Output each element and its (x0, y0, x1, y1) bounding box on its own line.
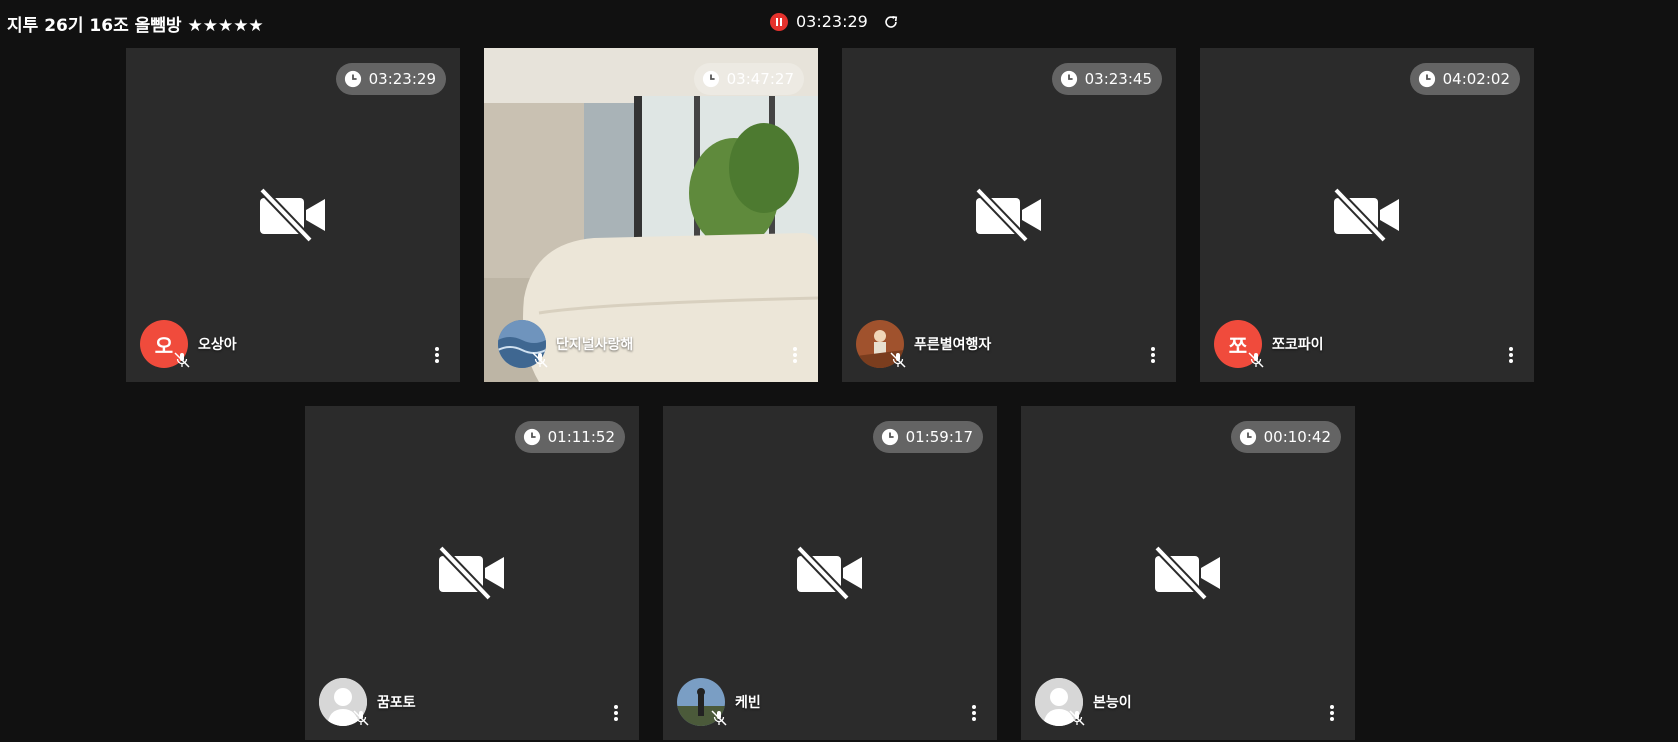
participant-tile[interactable]: 01:59:17 케빈 (663, 406, 997, 740)
participant-timer: 01:59:17 (872, 421, 983, 453)
more-options-icon[interactable] (1329, 704, 1335, 722)
camera-off-icon (796, 545, 862, 601)
camera-off-icon (1333, 187, 1399, 243)
participant-name: 오상아 (198, 337, 237, 353)
more-options-icon[interactable] (792, 346, 798, 364)
participant-name: 케빈 (735, 695, 761, 711)
mic-off-icon (353, 710, 369, 726)
mic-off-icon (711, 710, 727, 726)
top-bar: 지투 26기 16조 올뺌방 ★★★★★ 03:23:29 (0, 0, 1678, 46)
participant-tile[interactable]: 03:23:45 푸른별여행자 (842, 48, 1176, 382)
more-options-icon[interactable] (434, 346, 440, 364)
mic-off-icon (174, 352, 190, 368)
timer-text: 04:02:02 (1442, 70, 1510, 88)
clock-icon (702, 70, 719, 88)
more-options-icon[interactable] (1508, 346, 1514, 364)
clock-icon (523, 428, 540, 446)
mic-off-icon (1069, 710, 1085, 726)
participant-name: 푸른별여행자 (914, 337, 992, 353)
participant-name: 단지널사랑해 (556, 337, 634, 353)
recording-time: 03:23:29 (796, 12, 868, 31)
more-options-icon[interactable] (1150, 346, 1156, 364)
mic-off-icon (890, 352, 906, 368)
timer-text: 00:10:42 (1263, 428, 1331, 446)
timer-text: 01:59:17 (905, 428, 973, 446)
timer-text: 03:47:27 (726, 70, 794, 88)
refresh-icon[interactable] (882, 13, 900, 31)
camera-off-icon (259, 187, 325, 243)
participant-timer: 03:23:45 (1051, 63, 1162, 95)
participant-tile[interactable]: 03:23:29 오 오상아 (126, 48, 460, 382)
recording-pause-icon[interactable] (770, 12, 788, 31)
room-title: 지투 26기 16조 올뺌방 ★★★★★ (7, 16, 264, 36)
timer-text: 01:11:52 (547, 428, 615, 446)
timer-text: 03:23:29 (368, 70, 436, 88)
participant-tile[interactable]: 00:10:42 본능이 (1021, 406, 1355, 740)
recording-status: 03:23:29 (770, 12, 900, 31)
participant-tile[interactable]: 01:11:52 꿈포토 (305, 406, 639, 740)
participant-timer: 03:23:29 (335, 63, 446, 95)
timer-text: 03:23:45 (1084, 70, 1152, 88)
participant-timer: 03:47:27 (693, 63, 804, 95)
more-options-icon[interactable] (613, 704, 619, 722)
participant-name: 쪼코파이 (1272, 337, 1324, 353)
clock-icon (344, 70, 361, 88)
more-options-icon[interactable] (971, 704, 977, 722)
mic-off-icon (532, 352, 548, 368)
participant-timer: 04:02:02 (1409, 63, 1520, 95)
participant-name: 꿈포토 (377, 695, 416, 711)
clock-icon (1418, 70, 1435, 88)
participant-tile[interactable]: 04:02:02 쪼 쪼코파이 (1200, 48, 1534, 382)
participant-name: 본능이 (1093, 695, 1132, 711)
participant-tile[interactable]: 03:47:27 단지널사랑해 (484, 48, 818, 382)
clock-icon (1060, 70, 1077, 88)
mic-off-icon (1248, 352, 1264, 368)
clock-icon (881, 428, 898, 446)
participant-timer: 01:11:52 (514, 421, 625, 453)
participant-timer: 00:10:42 (1230, 421, 1341, 453)
camera-off-icon (1154, 545, 1220, 601)
clock-icon (1239, 428, 1256, 446)
camera-off-icon (975, 187, 1041, 243)
camera-off-icon (438, 545, 504, 601)
